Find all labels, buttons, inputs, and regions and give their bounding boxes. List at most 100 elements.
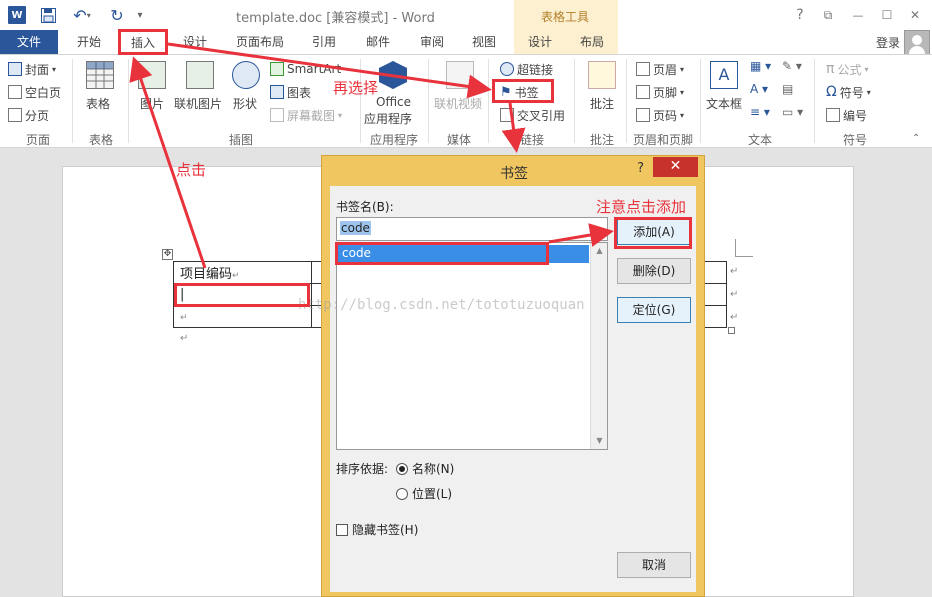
symbol-button[interactable]: Ω 符号 ▾ bbox=[826, 82, 871, 102]
watermark: http://blog.csdn.net/tototuzuoquan bbox=[298, 297, 585, 313]
sort-by-name-radio[interactable]: 名称(N) bbox=[396, 460, 454, 477]
redo-icon[interactable]: ↻ bbox=[107, 6, 127, 25]
page-number-button[interactable]: 页码 ▾ bbox=[636, 105, 684, 125]
tab-review[interactable]: 审阅 bbox=[410, 30, 454, 54]
tab-mailings[interactable]: 邮件 bbox=[356, 30, 400, 54]
tab-table-layout[interactable]: 布局 bbox=[566, 30, 618, 54]
shapes-button[interactable]: 形状 bbox=[233, 95, 257, 112]
collapse-ribbon-icon[interactable]: ⌃ bbox=[912, 133, 920, 144]
bookmark-list-item[interactable]: code bbox=[338, 245, 589, 263]
dialog-help-button[interactable]: ? bbox=[637, 161, 644, 176]
table-resize-handle-icon[interactable] bbox=[728, 327, 735, 334]
sort-by-location-label: 位置(L) bbox=[412, 487, 453, 501]
table-cell[interactable]: ↵ bbox=[173, 305, 312, 328]
quick-parts-icon[interactable]: ▦ ▾ bbox=[750, 59, 771, 73]
chart-button[interactable]: 图表 bbox=[270, 82, 311, 102]
signature-line-icon[interactable]: ✎ ▾ bbox=[782, 59, 802, 73]
office-apps-button[interactable]: Office bbox=[376, 95, 411, 109]
tab-file[interactable]: 文件 bbox=[0, 30, 58, 54]
list-scrollbar[interactable]: ▲ ▼ bbox=[590, 243, 607, 449]
header-icon bbox=[636, 62, 650, 76]
tab-home[interactable]: 开始 bbox=[66, 30, 112, 54]
sign-in-link[interactable]: 登录 bbox=[876, 34, 900, 51]
ribbon-separator bbox=[814, 59, 815, 143]
online-video-button[interactable]: 联机视频 bbox=[434, 95, 482, 112]
group-links-label: 链接 bbox=[519, 133, 544, 147]
scroll-down-icon[interactable]: ▼ bbox=[591, 433, 608, 449]
pictures-icon bbox=[138, 61, 166, 89]
numbering-button[interactable]: 编号 bbox=[826, 105, 867, 125]
smartart-button[interactable]: SmartArt bbox=[270, 59, 341, 79]
table-cell[interactable] bbox=[704, 261, 727, 284]
row-end-mark: ↵ bbox=[730, 312, 739, 323]
bookmark-button[interactable]: ⚑ 书签 bbox=[500, 82, 539, 102]
text-box-icon: A bbox=[710, 61, 738, 89]
page-break-button[interactable]: 分页 bbox=[8, 105, 49, 125]
help-button[interactable]: ? bbox=[790, 5, 810, 25]
bookmark-name-input[interactable]: code bbox=[336, 217, 608, 241]
equation-button[interactable]: π 公式 ▾ bbox=[826, 59, 868, 79]
add-button[interactable]: 添加(A) bbox=[617, 219, 691, 245]
drop-cap-icon[interactable]: ≡ ▾ bbox=[750, 105, 770, 119]
radio-icon bbox=[396, 487, 408, 500]
minimize-button[interactable]: — bbox=[848, 5, 868, 25]
bookmark-flag-icon: ⚑ bbox=[500, 84, 512, 100]
tab-references[interactable]: 引用 bbox=[302, 30, 346, 54]
undo-icon[interactable]: ↶ ▾ bbox=[68, 6, 96, 25]
tab-table-design[interactable]: 设计 bbox=[514, 30, 566, 54]
table-cell-selected[interactable]: | bbox=[173, 283, 312, 306]
customize-qat-icon[interactable]: ▾ bbox=[134, 6, 146, 24]
screenshot-button[interactable]: 屏幕截图 ▾ bbox=[270, 105, 342, 125]
comment-button[interactable]: 批注 bbox=[590, 95, 614, 112]
object-icon[interactable]: ▭ ▾ bbox=[782, 105, 803, 119]
wordart-icon[interactable]: A ▾ bbox=[750, 82, 768, 96]
table-button[interactable]: 表格 bbox=[86, 95, 110, 112]
hyperlink-button[interactable]: 超链接 bbox=[500, 59, 553, 79]
dialog-body: 书签名(B): code code ▲ ▼ 添加(A) 删除(D) 定位(G) … bbox=[330, 186, 696, 592]
cancel-button[interactable]: 取消 bbox=[617, 552, 691, 578]
avatar-icon[interactable] bbox=[904, 30, 930, 56]
scroll-up-icon[interactable]: ▲ bbox=[591, 243, 608, 259]
date-time-icon[interactable]: ▤ bbox=[782, 82, 793, 96]
ribbon-display-button[interactable]: ⧉ bbox=[818, 5, 838, 25]
text-box-button[interactable]: 文本框 bbox=[706, 95, 742, 112]
table-cell[interactable] bbox=[704, 305, 727, 328]
screenshot-icon bbox=[270, 108, 284, 122]
tab-insert[interactable]: 插入 bbox=[120, 30, 166, 54]
table-cell-project-code[interactable]: 项目编码↵ bbox=[173, 261, 312, 284]
bookmark-label: 书签 bbox=[514, 85, 539, 100]
close-window-button[interactable]: ✕ bbox=[905, 5, 925, 25]
tab-view[interactable]: 视图 bbox=[462, 30, 506, 54]
footer-button[interactable]: 页脚 ▾ bbox=[636, 82, 684, 102]
dialog-close-button[interactable]: ✕ bbox=[653, 157, 698, 177]
cover-page-button[interactable]: 封面 ▾ bbox=[8, 59, 56, 79]
tab-page-layout[interactable]: 页面布局 bbox=[228, 30, 292, 54]
sort-by-location-radio[interactable]: 位置(L) bbox=[396, 485, 452, 502]
omega-icon: Ω bbox=[826, 84, 837, 100]
bookmark-name-value: code bbox=[340, 221, 371, 235]
delete-button[interactable]: 删除(D) bbox=[617, 258, 691, 284]
bookmark-list[interactable]: code ▲ ▼ bbox=[336, 242, 608, 450]
save-icon[interactable] bbox=[40, 6, 56, 24]
dialog-title-bar[interactable]: 书签 ? ✕ bbox=[322, 156, 706, 186]
group-text-label: 文本 bbox=[747, 133, 772, 147]
hidden-bookmarks-checkbox[interactable]: 隐藏书签(H) bbox=[336, 521, 418, 538]
pictures-button[interactable]: 图片 bbox=[140, 95, 164, 112]
annotation-click: 点击 bbox=[176, 161, 207, 179]
cross-reference-icon bbox=[500, 108, 514, 122]
group-symbols-label: 符号 bbox=[842, 133, 867, 147]
blank-page-button[interactable]: 空白页 bbox=[8, 82, 61, 102]
smartart-icon bbox=[270, 62, 284, 76]
table-cell[interactable] bbox=[704, 283, 727, 306]
online-pictures-button[interactable]: 联机图片 bbox=[174, 95, 222, 112]
tab-design[interactable]: 设计 bbox=[173, 30, 217, 54]
header-button[interactable]: 页眉 ▾ bbox=[636, 59, 684, 79]
table-move-handle-icon[interactable]: ✥ bbox=[162, 249, 173, 260]
document-table-right-part bbox=[704, 261, 727, 328]
pi-icon: π bbox=[826, 61, 835, 77]
goto-button[interactable]: 定位(G) bbox=[617, 297, 691, 323]
ribbon-insert: 封面 ▾ 空白页 分页 页面 表格 表格 图片 联机图片 形状 SmartArt … bbox=[0, 54, 932, 148]
cross-reference-button[interactable]: 交叉引用 bbox=[500, 105, 565, 125]
ribbon-separator bbox=[360, 59, 361, 143]
maximize-button[interactable]: ☐ bbox=[877, 5, 897, 25]
